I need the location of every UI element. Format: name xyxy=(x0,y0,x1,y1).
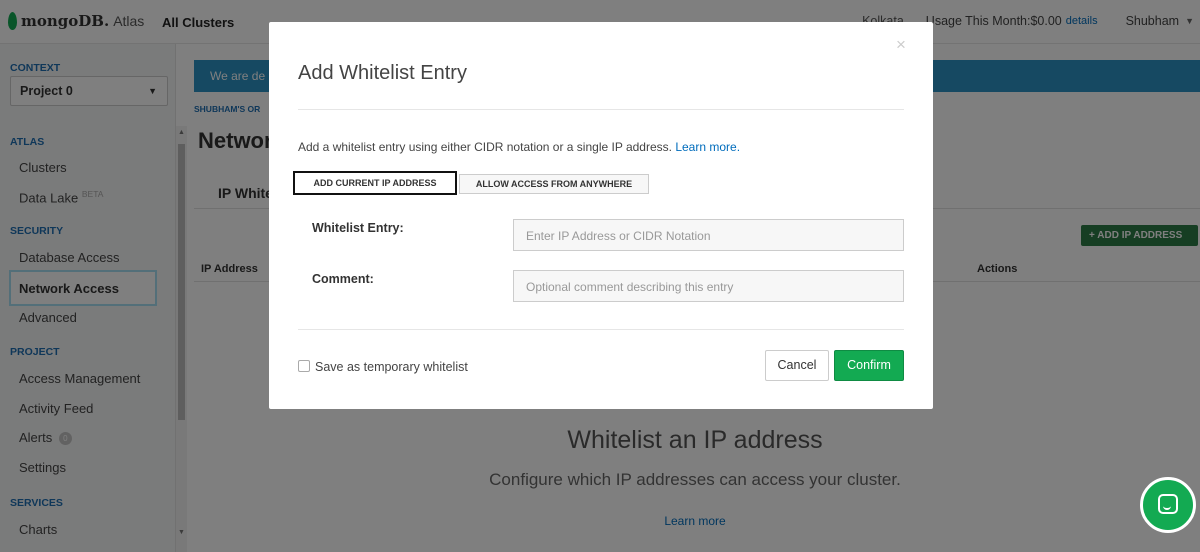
modal-description: Add a whitelist entry using either CIDR … xyxy=(298,140,740,154)
confirm-button[interactable]: Confirm xyxy=(834,350,904,381)
modal-title: Add Whitelist Entry xyxy=(298,62,467,84)
modal-footer-divider xyxy=(298,329,904,330)
add-current-ip-button[interactable]: ADD CURRENT IP ADDRESS xyxy=(293,171,457,195)
learn-more-link[interactable]: Learn more. xyxy=(675,140,740,154)
chat-widget-button[interactable] xyxy=(1140,477,1196,533)
close-icon[interactable]: × xyxy=(896,35,906,55)
whitelist-entry-label: Whitelist Entry: xyxy=(312,221,404,235)
chat-icon xyxy=(1158,494,1178,514)
add-whitelist-entry-modal: × Add Whitelist Entry Add a whitelist en… xyxy=(269,22,933,409)
comment-input[interactable]: Optional comment describing this entry xyxy=(513,270,904,302)
modal-divider xyxy=(298,109,904,110)
temporary-whitelist-label[interactable]: Save as temporary whitelist xyxy=(315,360,468,374)
cancel-button[interactable]: Cancel xyxy=(765,350,829,381)
comment-label: Comment: xyxy=(312,272,374,286)
description-text: Add a whitelist entry using either CIDR … xyxy=(298,140,672,154)
allow-access-anywhere-button[interactable]: ALLOW ACCESS FROM ANYWHERE xyxy=(459,174,649,194)
whitelist-entry-input[interactable]: Enter IP Address or CIDR Notation xyxy=(513,219,904,251)
temporary-whitelist-checkbox[interactable] xyxy=(298,360,310,372)
